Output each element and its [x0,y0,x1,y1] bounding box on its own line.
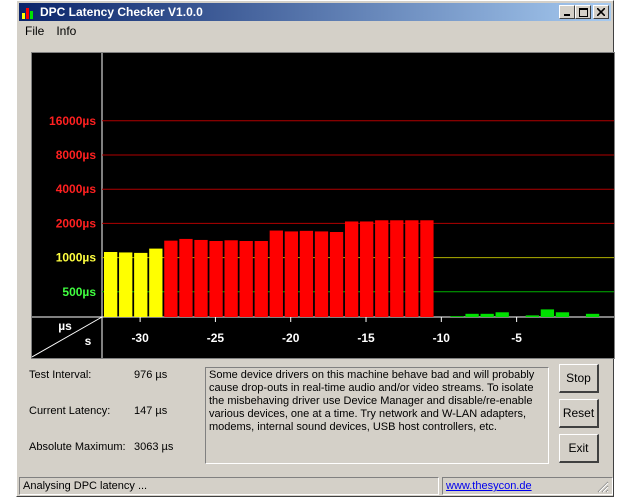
menu-file[interactable]: File [19,24,50,38]
website-link[interactable]: www.thesycon.de [446,480,532,492]
latency-bar [179,238,193,317]
menu-bar: File Info [19,22,82,40]
latency-bar [390,220,404,317]
window-title: DPC Latency Checker V1.0.0 [40,5,203,19]
status-text: Analysing DPC latency ... [19,477,439,495]
latency-bar [209,240,223,317]
maximize-button[interactable] [575,5,591,19]
y-tick-label: 500µs [62,285,96,299]
resize-grip-icon[interactable] [597,481,609,493]
latency-bar [239,240,253,317]
x-unit-label: s [85,334,92,348]
y-tick-label: 4000µs [56,182,97,196]
stop-button[interactable]: Stop [559,364,599,393]
reset-button[interactable]: Reset [559,399,599,428]
window-controls [559,5,609,19]
latency-bar [465,313,479,317]
latency-bar [254,240,268,317]
latency-bar [555,312,570,317]
latency-bar [329,231,344,317]
menu-info[interactable]: Info [50,24,82,38]
status-bar: Analysing DPC latency ... www.thesycon.d… [19,477,613,495]
latency-bar [149,248,163,317]
x-tick-label: -15 [357,331,375,345]
latency-bar [314,231,329,317]
latency-bar [344,221,359,317]
y-tick-label: 1000µs [56,251,97,265]
latency-bar [405,220,419,317]
latency-chart: 16000µs 8000µs 4000µs 2000µs 1000µs 500µs -30 -… [31,53,614,358]
latency-bar [119,252,133,317]
x-tick-label: -20 [282,331,300,345]
absolute-max-label: Absolute Maximum: [29,441,126,453]
latency-bar [375,220,389,317]
test-interval-value: 976 µs [134,369,168,381]
latency-bar [284,231,299,317]
latency-bar [269,230,283,317]
minimize-button[interactable] [559,5,575,19]
status-link-pane: www.thesycon.de [442,477,613,495]
latency-bar [495,312,509,317]
app-window: DPC Latency Checker V1.0.0 File Info 160… [16,0,615,497]
title-bar[interactable]: DPC Latency Checker V1.0.0 [19,3,611,21]
latency-bar [525,315,539,317]
y-tick-label: 2000µs [56,216,97,230]
current-latency-value: 147 µs [134,405,168,417]
minimize-icon [564,14,570,16]
app-icon [22,6,35,19]
test-interval-label: Test Interval: [29,369,92,381]
x-tick-label: -30 [131,331,149,345]
y-tick-label: 16000µs [49,114,96,128]
latency-bar [360,221,374,317]
x-tick-label: -10 [433,331,451,345]
latency-graph: 16000µs 8000µs 4000µs 2000µs 1000µs 500µs -30 -… [31,52,615,359]
maximize-icon [578,7,588,17]
latency-bar [299,230,314,317]
y-unit-label: µs [58,319,72,333]
y-tick-label: 8000µs [56,148,97,162]
current-latency-label: Current Latency: [29,405,111,417]
close-icon [597,8,605,16]
latency-bar [540,309,555,317]
close-button[interactable] [593,5,609,19]
message-box: Some device drivers on this machine beha… [205,367,549,464]
x-tick-label: -25 [207,331,225,345]
latency-bar [194,239,208,317]
latency-bar [224,240,238,317]
latency-bar [420,220,434,317]
latency-bar [104,252,118,317]
latency-bar [134,252,148,317]
latency-bar [480,313,494,317]
absolute-max-value: 3063 µs [134,441,174,453]
latency-bar [585,313,600,317]
x-tick-label: -5 [511,331,522,345]
latency-bar [164,240,178,317]
exit-button[interactable]: Exit [559,434,599,463]
latency-bar [450,316,464,317]
